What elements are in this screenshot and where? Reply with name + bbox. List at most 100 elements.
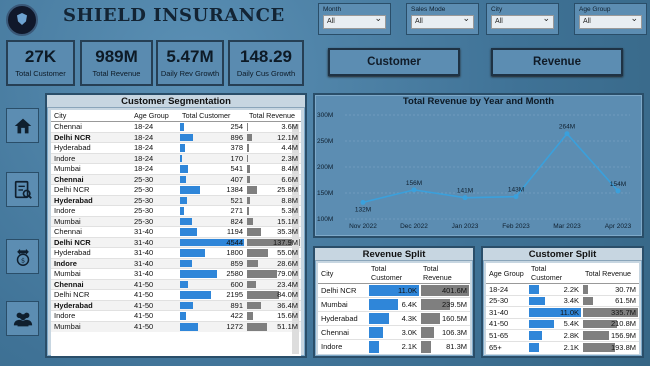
cell-total-customer: 2.1K <box>368 339 420 354</box>
kpi-daily-cus-growth: 148.29 Daily Cus Growth <box>228 40 304 86</box>
revenue-button[interactable]: Revenue <box>491 48 623 76</box>
cell-total-revenue-value: 55.0M <box>277 248 298 258</box>
cell-total-revenue-bar <box>247 207 250 215</box>
y-tick-label: 200M <box>317 164 333 171</box>
cell-age-group: 31-40 <box>131 257 179 269</box>
table-row[interactable]: Chennai 3.0K 106.3M <box>318 325 470 340</box>
table-row[interactable]: Mumbai 18-24 541 8.4M <box>51 163 301 174</box>
nav-users[interactable] <box>6 301 39 336</box>
home-icon <box>14 118 31 133</box>
age-group-dropdown[interactable]: All <box>579 13 642 29</box>
cell-city: Hyderabad <box>51 299 131 311</box>
cell-total-customer: 4544 <box>179 236 246 248</box>
table-row[interactable]: Indore 25-30 271 5.3M <box>51 205 301 216</box>
nav-home[interactable] <box>6 108 39 143</box>
cell-total-customer-value: 824 <box>230 216 243 226</box>
nav-money-growth[interactable]: $ <box>6 239 39 274</box>
x-tick-label: Apr 2023 <box>605 223 632 230</box>
cell-total-revenue-value: 210.8M <box>610 319 636 329</box>
col-header-total-revenue[interactable]: Total Revenue <box>246 110 301 122</box>
cell-total-customer-bar <box>180 249 206 257</box>
table-row[interactable]: Chennai 41-50 600 23.4M <box>51 278 301 290</box>
cell-total-customer: 6.4K <box>368 297 420 312</box>
cell-total-customer-bar <box>529 342 539 352</box>
table-row[interactable]: Mumbai 25-30 824 15.1M <box>51 215 301 227</box>
data-point[interactable] <box>411 187 417 193</box>
table-row[interactable]: Chennai 31-40 1194 35.3M <box>51 226 301 237</box>
kpi-value: 5.47M <box>166 47 214 66</box>
cell-age-group: 25-30 <box>131 173 179 185</box>
cell-total-customer-bar <box>180 154 183 162</box>
table-row[interactable]: Mumbai 6.4K 239.5M <box>318 297 470 312</box>
table-row[interactable]: Mumbai 31-40 2580 79.0M <box>51 268 301 279</box>
table-row[interactable]: Hyderabad 4.3K 160.5M <box>318 311 470 326</box>
table-row[interactable]: Mumbai 41-50 1272 51.1M <box>51 320 301 332</box>
nav-report[interactable] <box>6 172 39 207</box>
cell-total-revenue-bar <box>247 175 250 183</box>
table-row[interactable]: Indore 31-40 859 28.6M <box>51 257 301 269</box>
cell-total-revenue-value: 84.0M <box>277 290 298 300</box>
cell-total-customer: 2.8K <box>528 329 582 341</box>
cell-total-customer: 2195 <box>179 289 246 300</box>
cell-total-customer-bar <box>369 341 379 353</box>
col-header-total-customer[interactable]: Total Customer <box>528 263 582 284</box>
table-row[interactable]: Chennai 18-24 254 3.6M <box>51 121 301 132</box>
month-dropdown[interactable]: All <box>323 13 386 29</box>
slicer-sales-mode: Sales Mode All <box>406 3 479 35</box>
cell-total-customer-value: 3.0K <box>401 328 417 337</box>
cell-total-customer: 378 <box>179 142 246 153</box>
col-header-city[interactable]: City <box>318 263 368 284</box>
data-point[interactable] <box>462 195 468 201</box>
col-header-total-customer[interactable]: Total Customer <box>179 110 246 122</box>
city-dropdown[interactable]: All <box>491 13 554 29</box>
cell-total-customer-value: 2.1K <box>401 342 417 352</box>
table-row[interactable]: Chennai 25-30 407 6.6M <box>51 173 301 185</box>
data-point[interactable] <box>513 194 519 200</box>
table-row[interactable]: 31-40 11.0K 335.7M <box>486 306 639 318</box>
cell-total-customer: 2580 <box>179 268 246 279</box>
col-header-age-group[interactable]: Age Group <box>486 263 528 284</box>
cell-total-revenue: 335.7M <box>582 306 639 318</box>
cell-total-revenue: 15.6M <box>246 310 301 321</box>
col-header-total-revenue[interactable]: Total Revenue <box>420 263 470 284</box>
cell-city: Chennai <box>318 325 368 340</box>
col-header-total-customer[interactable]: Total Customer <box>368 263 420 284</box>
cell-total-customer-bar <box>180 270 217 278</box>
cell-total-customer: 3.4K <box>528 294 582 307</box>
cell-total-customer-value: 271 <box>230 206 243 216</box>
cell-city: Mumbai <box>51 268 131 279</box>
cell-total-customer-value: 521 <box>230 195 243 205</box>
data-point[interactable] <box>564 131 570 137</box>
table-row[interactable]: Delhi NCR 11.0K 401.6M <box>318 283 470 298</box>
cell-total-customer-bar <box>180 301 193 309</box>
col-header-city[interactable]: City <box>51 110 131 122</box>
table-row[interactable]: Indore 41-50 422 15.6M <box>51 310 301 321</box>
table-row[interactable]: Delhi NCR 41-50 2195 84.0M <box>51 289 301 300</box>
cell-total-revenue: 156.9M <box>582 329 639 341</box>
cell-total-revenue-value: 61.5M <box>615 296 636 306</box>
data-point[interactable] <box>615 188 621 194</box>
table-row[interactable]: Delhi NCR 31-40 4544 137.9M <box>51 236 301 248</box>
col-header-age-group[interactable]: Age Group <box>131 110 179 122</box>
data-point[interactable] <box>360 199 366 205</box>
table-row[interactable]: Hyderabad 41-50 891 36.4M <box>51 299 301 311</box>
table-row[interactable]: Delhi NCR 18-24 896 12.1M <box>51 131 301 143</box>
table-row[interactable]: 41-50 5.4K 210.8M <box>486 317 639 330</box>
customer-button[interactable]: Customer <box>328 48 460 76</box>
table-row[interactable]: Hyderabad 31-40 1800 55.0M <box>51 247 301 258</box>
cell-age-group: 51-65 <box>486 329 528 341</box>
table-row[interactable]: Indore 18-24 170 2.3M <box>51 152 301 164</box>
table-row[interactable]: 51-65 2.8K 156.9M <box>486 329 639 341</box>
table-row[interactable]: 65+ 2.1K 193.8M <box>486 340 639 353</box>
cell-total-customer-value: 1272 <box>226 322 243 331</box>
table-row[interactable]: 25-30 3.4K 61.5M <box>486 294 639 307</box>
cell-total-customer-bar <box>180 291 212 299</box>
kpi-label: Total Customer <box>15 69 66 78</box>
table-row[interactable]: 18-24 2.2K 30.7M <box>486 283 639 295</box>
table-row[interactable]: Hyderabad 18-24 378 4.4M <box>51 142 301 153</box>
col-header-total-revenue[interactable]: Total Revenue <box>582 263 639 284</box>
table-row[interactable]: Delhi NCR 25-30 1384 25.8M <box>51 184 301 195</box>
sales-mode-dropdown[interactable]: All <box>411 13 474 29</box>
table-row[interactable]: Hyderabad 25-30 521 8.8M <box>51 194 301 206</box>
table-row[interactable]: Indore 2.1K 81.3M <box>318 339 470 354</box>
